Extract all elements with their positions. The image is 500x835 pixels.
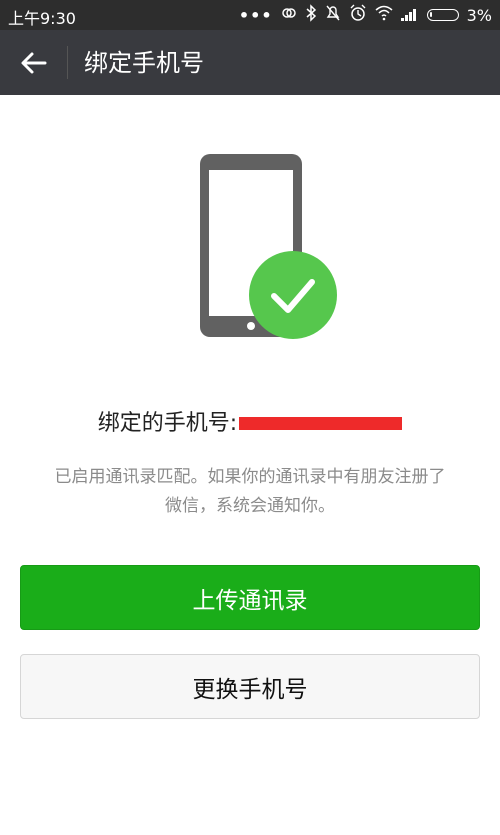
more-dots-icon: •••: [238, 5, 273, 25]
mute-icon: [325, 4, 341, 26]
change-phone-button[interactable]: 更换手机号: [20, 654, 480, 719]
upload-contacts-button[interactable]: 上传通讯录: [20, 565, 480, 630]
back-arrow-icon[interactable]: [16, 45, 52, 81]
bound-phone-label: 绑定的手机号:: [97, 411, 238, 436]
page-title: 绑定手机号: [84, 49, 204, 77]
redacted-phone-number: [239, 416, 403, 430]
bluetooth-icon: [305, 4, 317, 26]
status-time: 上午9:30: [8, 9, 76, 28]
description-line-2: 微信，系统会通知你。: [165, 496, 335, 516]
description-line-1: 已启用通讯录匹配。如果你的通讯录中有朋友注册了: [54, 467, 446, 487]
wifi-icon: [375, 5, 393, 25]
signal-icon: [400, 6, 419, 25]
alarm-icon: [349, 4, 367, 26]
status-icons: ••• 3%: [239, 4, 492, 26]
phone-check-icon: [198, 152, 343, 346]
battery-icon: [426, 9, 459, 21]
bound-phone-line: 绑定的手机号:: [0, 409, 500, 439]
action-bar: 绑定手机号: [0, 30, 500, 95]
contacts-match-description: 已启用通讯录匹配。如果你的通讯录中有朋友注册了 微信，系统会通知你。: [22, 463, 478, 521]
status-bar: 上午9:30 ••• 3%: [0, 0, 500, 30]
battery-percent: 3%: [466, 5, 492, 25]
action-bar-divider: [67, 46, 68, 79]
nfc-icon: [281, 5, 297, 25]
